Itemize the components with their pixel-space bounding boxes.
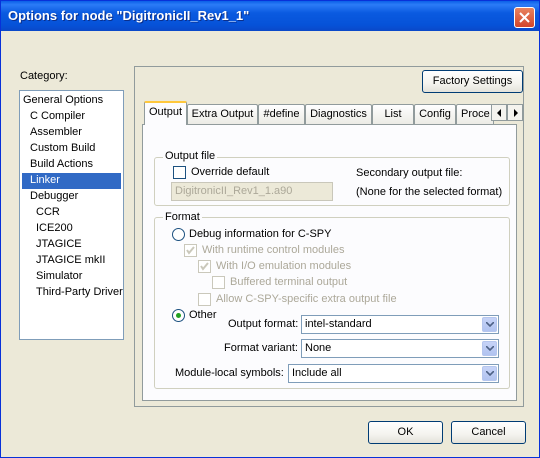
category-item-third-party-driver[interactable]: Third-Party Driver xyxy=(22,285,123,301)
chevron-down-icon xyxy=(486,371,494,376)
chevron-down-icon xyxy=(486,322,494,327)
tab-scroll-right[interactable] xyxy=(507,104,523,121)
options-dialog: Options for node "DigitronicII_Rev1_1" C… xyxy=(0,0,540,458)
tab-scroll-left[interactable] xyxy=(491,104,507,121)
category-item-jtagice[interactable]: JTAGICE xyxy=(22,237,121,253)
output-format-value: intel-standard xyxy=(305,318,372,330)
output-filename-field[interactable]: DigitronicII_Rev1_1.a90 xyxy=(171,182,333,201)
secondary-output-value: (None for the selected format) xyxy=(356,186,503,198)
cancel-button[interactable]: Cancel xyxy=(451,421,526,444)
output-format-select[interactable]: intel-standard xyxy=(301,315,499,334)
format-variant-value: None xyxy=(305,342,332,354)
io-emulation-checkbox[interactable] xyxy=(198,260,211,273)
format-group-title: Format xyxy=(163,211,202,223)
title-bar[interactable]: Options for node "DigitronicII_Rev1_1" xyxy=(1,1,539,31)
debug-info-radio[interactable] xyxy=(172,228,185,241)
checkmark-icon xyxy=(200,262,209,271)
format-variant-select[interactable]: None xyxy=(301,339,499,358)
module-local-label: Module-local symbols: xyxy=(175,367,284,379)
dropdown-arrow[interactable] xyxy=(482,366,497,381)
category-item-assembler[interactable]: Assembler xyxy=(22,125,121,141)
buffered-terminal-checkbox[interactable] xyxy=(212,276,225,289)
override-default-label: Override default xyxy=(191,166,270,178)
close-icon xyxy=(519,12,530,23)
module-local-value: Include all xyxy=(292,367,342,379)
tab-define[interactable]: #define xyxy=(258,104,305,124)
module-local-select[interactable]: Include all xyxy=(288,364,499,383)
window-title: Options for node "DigitronicII_Rev1_1" xyxy=(8,8,250,23)
tab-list[interactable]: List xyxy=(372,104,414,124)
tab-extra-output[interactable]: Extra Output xyxy=(187,104,258,124)
other-format-radio[interactable] xyxy=(172,309,185,322)
ok-button[interactable]: OK xyxy=(368,421,443,444)
category-item-c-compiler[interactable]: C Compiler xyxy=(22,109,121,125)
category-item-linker[interactable]: Linker xyxy=(22,173,121,189)
format-variant-label: Format variant: xyxy=(224,342,298,354)
category-item-custom-build[interactable]: Custom Build xyxy=(22,141,121,157)
category-item-ccr[interactable]: CCR xyxy=(22,205,121,221)
dropdown-arrow[interactable] xyxy=(482,341,497,356)
tab-processing[interactable]: Proce xyxy=(456,104,494,124)
arrow-left-icon xyxy=(497,109,501,117)
runtime-control-label: With runtime control modules xyxy=(202,244,345,256)
tab-config[interactable]: Config xyxy=(414,104,456,124)
checkmark-icon xyxy=(186,246,195,255)
allow-extra-output-label: Allow C-SPY-specific extra output file xyxy=(216,293,397,305)
chevron-down-icon xyxy=(486,346,494,351)
io-emulation-label: With I/O emulation modules xyxy=(216,260,352,272)
category-item-build-actions[interactable]: Build Actions xyxy=(22,157,121,173)
output-format-label: Output format: xyxy=(228,318,299,330)
arrow-right-icon xyxy=(514,109,518,117)
category-label: Category: xyxy=(20,70,68,82)
category-item-simulator[interactable]: Simulator xyxy=(22,269,121,285)
runtime-control-checkbox[interactable] xyxy=(184,244,197,257)
tab-output[interactable]: Output xyxy=(144,101,187,125)
factory-settings-button[interactable]: Factory Settings xyxy=(422,70,523,93)
buffered-terminal-label: Buffered terminal output xyxy=(230,276,348,288)
close-button[interactable] xyxy=(514,7,535,28)
secondary-output-label: Secondary output file: xyxy=(356,167,463,179)
category-item-general-options[interactable]: General Options xyxy=(22,93,121,109)
debug-info-label: Debug information for C-SPY xyxy=(189,228,332,240)
category-list[interactable]: General Options C Compiler Assembler Cus… xyxy=(19,90,124,340)
dropdown-arrow[interactable] xyxy=(482,317,497,332)
category-item-ice200[interactable]: ICE200 xyxy=(22,221,121,237)
category-item-jtagice-mkii[interactable]: JTAGICE mkII xyxy=(22,253,121,269)
override-default-checkbox[interactable] xyxy=(173,166,186,179)
radio-selected-dot xyxy=(176,313,181,318)
tab-diagnostics[interactable]: Diagnostics xyxy=(305,104,372,124)
other-format-label: Other xyxy=(189,309,217,321)
category-item-debugger[interactable]: Debugger xyxy=(22,189,121,205)
allow-extra-output-checkbox[interactable] xyxy=(198,293,211,306)
output-file-group-title: Output file xyxy=(163,150,218,162)
